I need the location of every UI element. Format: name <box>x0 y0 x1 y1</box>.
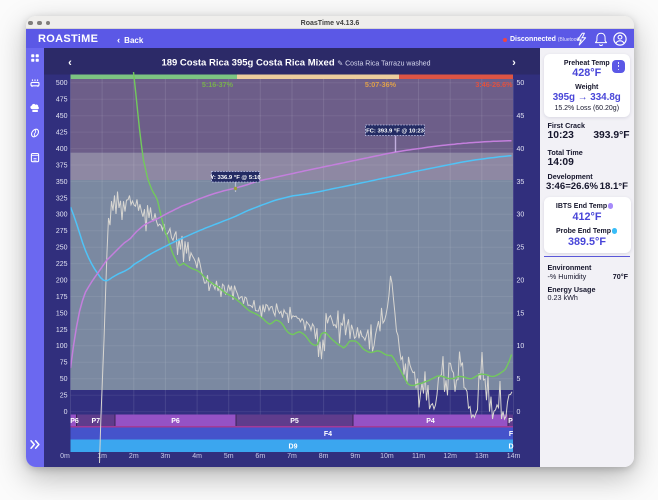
svg-text:15: 15 <box>517 310 525 317</box>
svg-text:P6: P6 <box>171 418 180 425</box>
svg-text:12m: 12m <box>443 453 457 460</box>
svg-text:10m: 10m <box>380 453 394 460</box>
svg-text:1m: 1m <box>97 453 107 460</box>
svg-text:4m: 4m <box>192 453 202 460</box>
svg-text:5:07-36%: 5:07-36% <box>365 80 397 89</box>
svg-text:10: 10 <box>517 343 525 350</box>
svg-text:13m: 13m <box>475 453 489 460</box>
svg-text:8m: 8m <box>319 453 329 460</box>
svg-text:FC: 393.9 °F @ 10:23: FC: 393.9 °F @ 10:23 <box>366 129 425 135</box>
svg-text:P: P <box>508 418 513 425</box>
svg-text:F4: F4 <box>324 431 332 438</box>
svg-text:30: 30 <box>517 212 525 219</box>
svg-text:45: 45 <box>517 113 525 120</box>
svg-text:100: 100 <box>56 343 68 350</box>
svg-text:75: 75 <box>60 360 68 367</box>
svg-text:475: 475 <box>56 97 68 104</box>
svg-text:6m: 6m <box>255 453 265 460</box>
svg-text:325: 325 <box>56 195 68 202</box>
svg-text:0: 0 <box>64 409 68 416</box>
svg-text:P5: P5 <box>290 418 299 425</box>
svg-text:375: 375 <box>56 162 68 169</box>
svg-text:F: F <box>509 431 514 438</box>
svg-text:200: 200 <box>56 278 68 285</box>
svg-text:250: 250 <box>56 245 68 252</box>
svg-text:0m: 0m <box>60 453 70 460</box>
svg-text:14m: 14m <box>507 453 521 460</box>
svg-text:7m: 7m <box>287 453 297 460</box>
svg-text:‹: ‹ <box>68 57 72 69</box>
svg-text:2m: 2m <box>129 453 139 460</box>
svg-text:P4: P4 <box>426 418 435 425</box>
svg-text:50: 50 <box>517 80 525 87</box>
svg-text:350: 350 <box>56 179 68 186</box>
svg-text:175: 175 <box>56 294 68 301</box>
svg-text:50: 50 <box>60 376 68 383</box>
svg-text:5m: 5m <box>224 453 234 460</box>
svg-text:225: 225 <box>56 261 68 268</box>
svg-text:11m: 11m <box>412 453 425 460</box>
svg-text:D: D <box>508 444 513 451</box>
svg-text:5:16-37%: 5:16-37% <box>202 80 234 89</box>
svg-text:Y: 336.9 °F @ 5:16: Y: 336.9 °F @ 5:16 <box>210 175 261 181</box>
svg-text:5: 5 <box>517 376 521 383</box>
svg-text:25: 25 <box>517 245 525 252</box>
svg-text:35: 35 <box>517 179 525 186</box>
svg-text:25: 25 <box>60 393 68 400</box>
svg-text:40: 40 <box>517 146 525 153</box>
svg-text:125: 125 <box>56 327 68 334</box>
svg-text:425: 425 <box>56 130 68 137</box>
svg-text:300: 300 <box>56 212 68 219</box>
svg-text:20: 20 <box>517 278 525 285</box>
svg-text:0: 0 <box>517 409 521 416</box>
svg-text:400: 400 <box>56 146 68 153</box>
svg-text:275: 275 <box>56 228 68 235</box>
svg-text:›: › <box>512 57 516 69</box>
svg-text:150: 150 <box>56 310 68 317</box>
svg-text:D9: D9 <box>289 444 298 451</box>
svg-text:P6: P6 <box>70 418 79 425</box>
svg-text:3:46-26.6%: 3:46-26.6% <box>475 80 513 89</box>
svg-text:9m: 9m <box>350 453 360 460</box>
svg-text:3m: 3m <box>161 453 171 460</box>
svg-text:450: 450 <box>56 113 68 120</box>
svg-text:500: 500 <box>56 80 68 87</box>
svg-text:P7: P7 <box>92 418 101 425</box>
